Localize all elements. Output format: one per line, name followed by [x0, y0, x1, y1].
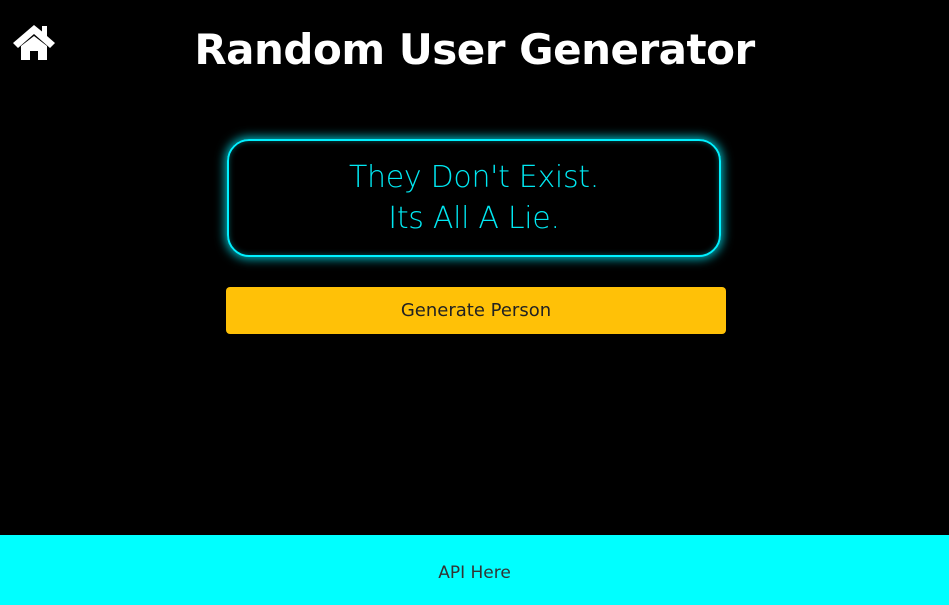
generate-person-button[interactable]: Generate Person — [226, 287, 726, 334]
message-line-2: Its All A Lie. — [388, 201, 560, 236]
message-line-1: They Don't Exist. — [349, 160, 599, 195]
footer: API Here — [0, 535, 949, 605]
api-link[interactable]: API Here — [438, 563, 511, 583]
page: Random User Generator They Don't Exist. … — [0, 0, 949, 605]
page-title: Random User Generator — [194, 25, 755, 74]
message-card: They Don't Exist. Its All A Lie. — [227, 139, 721, 257]
